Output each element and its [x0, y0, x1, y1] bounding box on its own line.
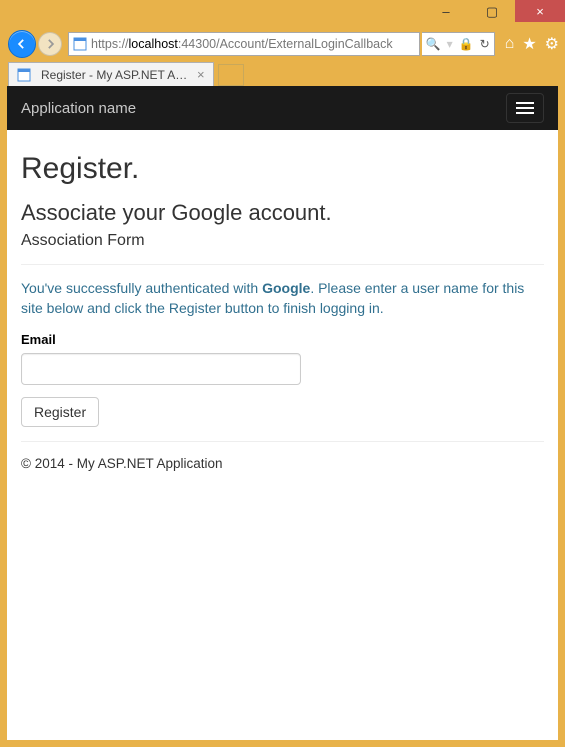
arrow-left-icon: [15, 37, 29, 51]
refresh-icon[interactable]: ↻: [480, 37, 490, 51]
url-text: https://localhost:44300/Account/External…: [91, 37, 393, 51]
footer-text: © 2014 - My ASP.NET Application: [21, 456, 544, 471]
forward-button[interactable]: [38, 32, 62, 56]
content-area: Application name Register. Associate you…: [7, 86, 558, 740]
page-title: Register.: [21, 152, 544, 186]
app-navbar: Application name: [7, 86, 558, 130]
close-icon: ×: [536, 5, 544, 18]
settings-icon[interactable]: ⚙: [545, 34, 559, 54]
page-icon: [73, 37, 87, 51]
email-field[interactable]: [21, 353, 301, 385]
hamburger-bar-icon: [516, 107, 534, 109]
separator: ▾: [447, 37, 453, 51]
tab-register[interactable]: Register - My ASP.NET App... ×: [8, 62, 214, 86]
browser-tool-icons: ⌂ ★ ⚙: [497, 34, 559, 54]
favorites-icon[interactable]: ★: [522, 34, 536, 54]
window-close-button[interactable]: ×: [515, 0, 565, 22]
search-icon[interactable]: 🔍: [426, 37, 441, 51]
info-message: You've successfully authenticated with G…: [21, 279, 544, 318]
address-bar-actions: 🔍 ▾ 🔒 ↻: [422, 32, 495, 56]
lock-icon[interactable]: 🔒: [459, 37, 474, 51]
navbar-toggle-button[interactable]: [506, 93, 544, 123]
browser-toolbar: https://localhost:44300/Account/External…: [0, 28, 565, 60]
window-restore-button[interactable]: ▢: [469, 0, 515, 22]
tab-close-button[interactable]: ×: [197, 67, 205, 82]
divider: [21, 441, 544, 442]
form-heading: Association Form: [21, 232, 544, 250]
hamburger-bar-icon: [516, 112, 534, 114]
back-button[interactable]: [8, 30, 36, 58]
new-tab-button[interactable]: [218, 64, 244, 86]
app-brand[interactable]: Application name: [21, 100, 136, 117]
divider: [21, 264, 544, 265]
tab-bar: Register - My ASP.NET App... ×: [0, 60, 565, 86]
minimize-icon: –: [442, 5, 449, 18]
restore-icon: ▢: [486, 5, 498, 18]
tab-favicon-icon: [17, 68, 31, 82]
provider-name: Google: [262, 280, 310, 296]
arrow-right-icon: [43, 37, 57, 51]
register-button[interactable]: Register: [21, 397, 99, 427]
page-subtitle: Associate your Google account.: [21, 200, 544, 226]
window-titlebar: – ▢ ×: [0, 0, 565, 28]
email-label: Email: [21, 332, 544, 347]
window-minimize-button[interactable]: –: [423, 0, 469, 22]
home-icon[interactable]: ⌂: [505, 35, 515, 53]
page-body: Register. Associate your Google account.…: [7, 130, 558, 471]
address-bar[interactable]: https://localhost:44300/Account/External…: [68, 32, 420, 56]
hamburger-bar-icon: [516, 102, 534, 104]
tab-title: Register - My ASP.NET App...: [41, 68, 191, 82]
